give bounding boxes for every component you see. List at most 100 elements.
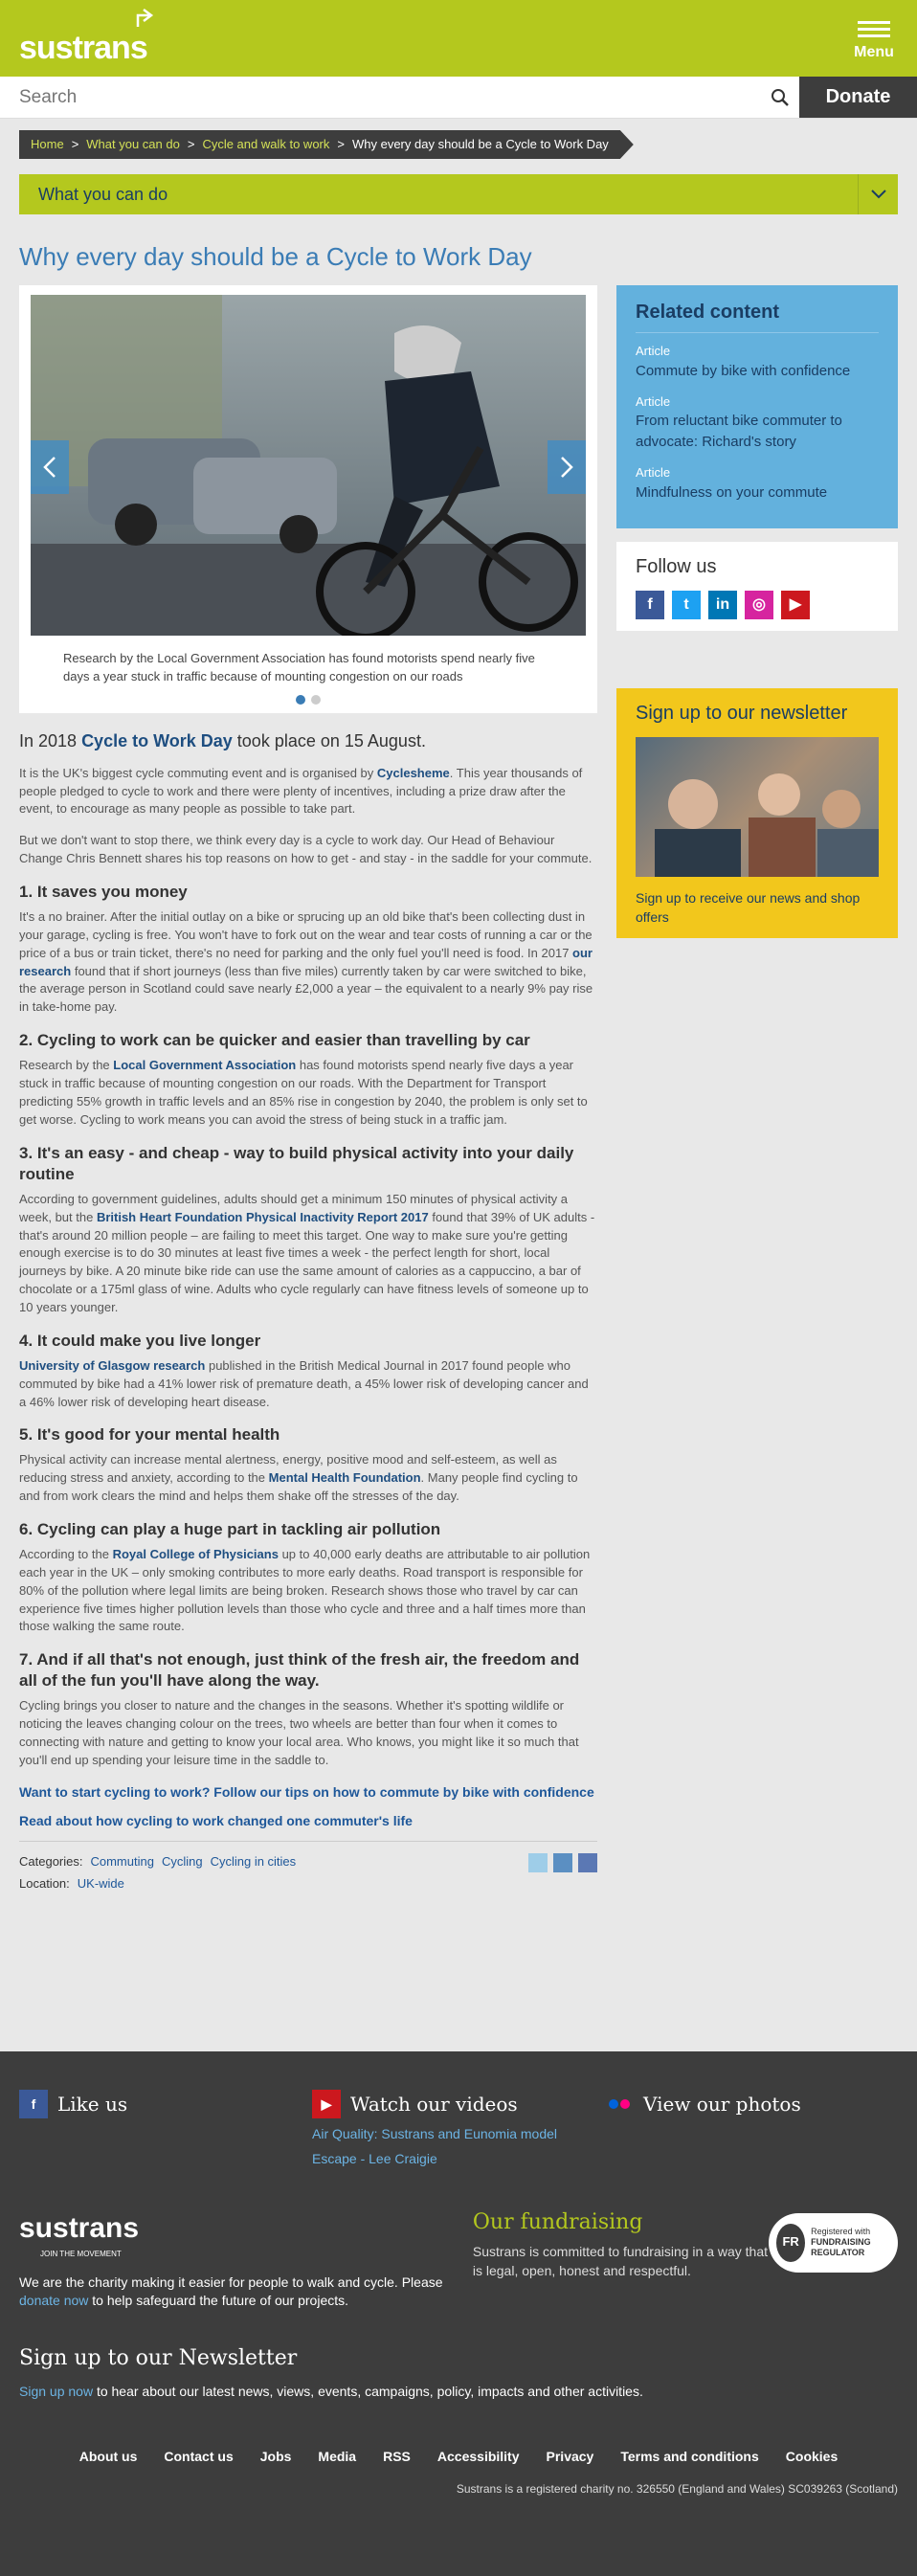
chevron-down-icon — [858, 174, 898, 214]
section-heading: 7. And if all that's not enough, just th… — [19, 1650, 580, 1691]
cta-story-link[interactable]: Read about how cycling to work changed o… — [19, 1812, 597, 1829]
footer-link-media[interactable]: Media — [318, 2447, 356, 2466]
video-link[interactable]: Air Quality: Sustrans and Eunomia model — [312, 2124, 605, 2143]
section-heading: 1. It saves you money — [19, 883, 188, 901]
paragraph: University of Glasgow research published… — [19, 1357, 589, 1409]
section-heading: 3. It's an easy - and cheap - way to bui… — [19, 1143, 574, 1183]
flickr-icon[interactable] — [605, 2090, 634, 2118]
footer-link-terms[interactable]: Terms and conditions — [620, 2447, 758, 2466]
search-button[interactable] — [761, 77, 799, 118]
newsletter-title: Sign up to our newsletter — [636, 702, 848, 724]
view-photos-link[interactable]: View our photos — [643, 2091, 801, 2118]
footer-link-cookies[interactable]: Cookies — [786, 2447, 838, 2466]
category-link[interactable]: Cycling in cities — [211, 1854, 297, 1869]
twitter-icon[interactable]: t — [672, 590, 701, 619]
footer-logo[interactable]: sustrans — [19, 2207, 465, 2250]
paragraph: According to the Royal College of Physic… — [19, 1547, 591, 1634]
sidebar: Related content Article Commute by bike w… — [616, 228, 898, 2132]
section-heading: 2. Cycling to work can be quicker and ea… — [19, 1031, 530, 1050]
search-icon — [772, 88, 789, 106]
section-heading: 5. It's good for your mental health — [19, 1425, 280, 1445]
bhf-report-link[interactable]: British Heart Foundation Physical Inacti… — [97, 1210, 429, 1224]
newsletter-image — [636, 736, 879, 877]
related-item[interactable]: Article Commute by bike with confidence — [636, 343, 879, 382]
section-nav-label: What you can do — [38, 184, 168, 204]
footer-link-privacy[interactable]: Privacy — [547, 2447, 594, 2466]
donate-button[interactable]: Donate — [799, 77, 917, 118]
section-nav-dropdown[interactable]: What you can do — [19, 174, 898, 214]
cyclist-photo — [31, 294, 586, 636]
menu-label: Menu — [854, 44, 894, 60]
newsletter-body: Sign up to receive our news and shop off… — [636, 889, 861, 925]
video-link[interactable]: Escape - Lee Craigie — [312, 2149, 605, 2168]
footer-link-jobs[interactable]: Jobs — [260, 2447, 292, 2466]
chevron-left-icon — [43, 456, 56, 478]
page-title: Why every day should be a Cycle to Work … — [19, 242, 532, 271]
carousel-next-button[interactable] — [548, 439, 586, 494]
carousel-dot-1[interactable] — [296, 694, 305, 705]
lga-link[interactable]: Local Government Association — [113, 1058, 296, 1072]
linkedin-icon[interactable]: in — [708, 590, 737, 619]
footer-nav: About us Contact us Jobs Media RSS Acces… — [0, 2447, 917, 2466]
youtube-icon[interactable]: ▶ — [312, 2090, 341, 2118]
category-link[interactable]: Cycling — [162, 1854, 203, 1869]
newsletter-box[interactable]: Sign up to our newsletter Sign up to rec… — [616, 687, 898, 939]
facebook-icon[interactable]: f — [636, 590, 664, 619]
search-bar: Donate — [0, 77, 917, 119]
cycle-to-work-day-link[interactable]: Cycle to Work Day — [81, 731, 233, 750]
related-item[interactable]: Article From reluctant bike commuter to a… — [636, 393, 879, 453]
menu-icon — [858, 21, 890, 24]
linkedin-share-icon[interactable] — [553, 1853, 572, 1873]
carousel-prev-button[interactable] — [31, 439, 69, 494]
footer-link-accessibility[interactable]: Accessibility — [437, 2447, 520, 2466]
footer-link-contact[interactable]: Contact us — [164, 2447, 233, 2466]
paragraph: Physical activity can increase mental al… — [19, 1452, 578, 1504]
mental-health-foundation-link[interactable]: Mental Health Foundation — [269, 1470, 421, 1485]
instagram-icon[interactable]: ◎ — [745, 590, 773, 619]
section-heading: 4. It could make you live longer — [19, 1331, 261, 1350]
location-link[interactable]: UK-wide — [78, 1876, 124, 1891]
category-link[interactable]: Commuting — [90, 1854, 153, 1869]
article-body: In 2018 Cycle to Work Day took place on … — [19, 713, 597, 1893]
glasgow-research-link[interactable]: University of Glasgow research — [19, 1358, 205, 1373]
paragraph: Research by the Local Government Associa… — [19, 1058, 588, 1127]
youtube-icon[interactable]: ▶ — [781, 590, 810, 619]
categories-row: Categories: Commuting Cycling Cycling in ci… — [19, 1841, 597, 1893]
breadcrumb-current: Why every day should be a Cycle to Work … — [351, 136, 609, 151]
cyclesheme-link[interactable]: Cyclesheme — [377, 766, 450, 780]
breadcrumb-home[interactable]: Home — [31, 136, 64, 154]
twitter-share-icon[interactable] — [528, 1853, 548, 1873]
footer-link-about[interactable]: About us — [79, 2447, 138, 2466]
paragraph: According to government guidelines, adul… — [19, 1191, 595, 1314]
breadcrumb-cycle-walk[interactable]: Cycle and walk to work — [202, 136, 329, 154]
hero-caption: Research by the Local Government Associa… — [63, 650, 535, 684]
facebook-icon[interactable]: f — [19, 2090, 48, 2118]
footer-link-rss[interactable]: RSS — [383, 2447, 411, 2466]
section-nav-wrap: What you can do — [0, 168, 917, 228]
paragraph: It is the UK's biggest cycle commuting e… — [19, 765, 583, 817]
site-footer: f Like us ▶ Watch our videos Air Quality: … — [0, 2051, 917, 2576]
breadcrumb: Home > What you can do > Cycle and walk to… — [19, 130, 634, 159]
search-input[interactable] — [0, 77, 761, 118]
sign-up-now-link[interactable]: Sign up now — [19, 2384, 93, 2399]
footer-newsletter-title: Sign up to our Newsletter — [19, 2345, 298, 2370]
related-item[interactable]: Article Mindfulness on your commute — [636, 464, 879, 504]
carousel-dot-2[interactable] — [311, 694, 321, 705]
carousel-dots — [31, 692, 586, 706]
like-us-link[interactable]: Like us — [57, 2091, 127, 2118]
site-logo[interactable]: sustrans — [19, 25, 148, 72]
rcp-link[interactable]: Royal College of Physicians — [113, 1547, 279, 1561]
fundraising-text: Sustrans is committed to fundraising in … — [472, 2244, 769, 2279]
section-heading: 6. Cycling can play a huge part in tackl… — [19, 1519, 441, 1538]
share-icons — [528, 1853, 597, 1893]
fundraising-regulator-badge[interactable]: FR Registered with FUNDRAISING REGULATOR — [769, 2212, 898, 2273]
main-column: Why every day should be a Cycle to Work … — [19, 228, 597, 2132]
breadcrumb-what-you-can-do[interactable]: What you can do — [86, 136, 180, 154]
content-area: Why every day should be a Cycle to Work … — [0, 228, 917, 2132]
donate-now-link[interactable]: donate now — [19, 2293, 88, 2308]
paragraph: Cycling brings you closer to nature and … — [19, 1698, 579, 1767]
menu-button[interactable]: Menu — [850, 17, 898, 63]
watch-videos-link[interactable]: Watch our videos — [350, 2091, 518, 2118]
cta-commute-link[interactable]: Want to start cycling to work? Follow ou… — [19, 1783, 597, 1801]
facebook-share-icon[interactable] — [578, 1853, 597, 1873]
